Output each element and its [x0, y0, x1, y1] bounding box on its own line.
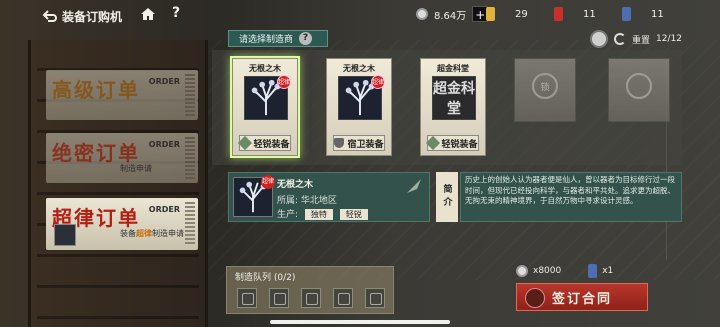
resource-3: 11 [622, 5, 664, 23]
feather-icon [426, 135, 441, 151]
order-subtitle: 制造申请 [120, 164, 152, 173]
detail-production: 生产: 独特 轻锐 [277, 207, 368, 220]
queue-title: 制造队列 (0/2) [235, 273, 296, 283]
queue-slot[interactable] [365, 288, 385, 308]
queue-slot[interactable] [269, 288, 289, 308]
order-subtitle: 装备超律制造申请 [120, 229, 184, 238]
super-badge: 超律 [277, 75, 291, 89]
feather-icon [407, 179, 421, 193]
info-icon[interactable]: ? [299, 32, 313, 45]
locked-maker-2 [608, 58, 670, 122]
top-bar: 装备订购机 ? 8.64万 + 29 11 11 [0, 0, 720, 30]
maker-name: 无根之木 [249, 64, 281, 73]
home-icon[interactable] [140, 6, 156, 22]
maker-type-label: 宿卫装备 [333, 135, 385, 151]
detail-region: 所属: 华北地区 [277, 196, 337, 206]
order-title: 绝密订单 [52, 141, 140, 165]
intro-text: 历史上的创始人认为器者便是仙人，曾以器者为目标修行过一段时间，但现代已经投向科学… [460, 172, 682, 222]
back-arrow-icon [42, 10, 57, 22]
reset-area: 重置 12/12 [590, 29, 682, 49]
resource-2-value: 11 [583, 8, 596, 20]
coin-icon [516, 265, 528, 277]
order-card-advanced[interactable]: 高级订单 ORDER [46, 70, 198, 120]
blue-ticket-icon [588, 264, 598, 278]
gold-ticket-icon [486, 7, 495, 21]
queue-slot[interactable] [301, 288, 321, 308]
order-barcode [185, 202, 195, 244]
order-thumbnail-icon [54, 224, 76, 246]
order-tag: ORDER [148, 205, 180, 214]
intro-label: 简介 [436, 172, 458, 222]
back-label: 装备订购机 [62, 9, 123, 24]
back-button[interactable]: 装备订购机 [42, 6, 122, 26]
order-card-super[interactable]: 超律订单 ORDER 装备超律制造申请 [46, 198, 198, 250]
coin-icon [416, 8, 428, 20]
feather-icon [238, 135, 253, 151]
sign-contract-button[interactable]: 签订合同 [516, 283, 648, 311]
currency-value: 8.64万 [434, 10, 467, 22]
order-tag: ORDER [148, 140, 180, 149]
queue-slot[interactable] [333, 288, 353, 308]
resource-3-value: 11 [651, 8, 664, 20]
order-barcode [185, 74, 195, 116]
maker-card-3[interactable]: 超金科堂 超金科堂 轻锐装备 [420, 58, 486, 156]
maker-name: 超金科堂 [437, 64, 469, 73]
maker-type-label: 轻锐装备 [426, 135, 479, 151]
super-badge: 超律 [371, 75, 385, 89]
maker-card-2[interactable]: 无根之木 超律 宿卫装备 [326, 58, 392, 156]
resource-1-value: 29 [515, 8, 528, 20]
currency-display: 8.64万 + [416, 5, 489, 23]
maker-logo: 超金科堂 [432, 76, 476, 120]
cost-display: x8000 x1 [516, 262, 640, 280]
lock-icon [626, 73, 652, 99]
reset-label[interactable]: 重置 [632, 33, 650, 46]
red-ticket-icon [554, 7, 563, 21]
queue-slot[interactable] [237, 288, 257, 308]
resource-1: 29 [486, 5, 528, 23]
maker-detail: 超律 无根之木 所属: 华北地区 生产: 独特 轻锐 [228, 172, 430, 222]
blue-ticket-icon [622, 7, 631, 21]
locked-maker-1: 锁 [514, 58, 576, 122]
timer-icon [590, 30, 608, 48]
shield-icon [334, 138, 345, 148]
maker-type-label: 轻锐装备 [238, 135, 291, 151]
order-tag: ORDER [148, 77, 180, 86]
detail-name: 无根之木 [277, 180, 314, 190]
select-maker-label: 请选择制造商 ? [228, 30, 328, 47]
resource-2: 11 [554, 5, 596, 23]
refresh-icon[interactable] [614, 33, 626, 45]
production-queue: 制造队列 (0/2) [226, 266, 394, 314]
reset-count: 12/12 [656, 34, 682, 44]
maker-card-1[interactable]: 无根之木 超律 轻锐装备 [232, 58, 298, 156]
order-card-secret[interactable]: 绝密订单 ORDER 制造申请 [46, 133, 198, 183]
home-indicator[interactable] [270, 320, 450, 324]
order-barcode [185, 137, 195, 179]
cost-ticket: x1 [602, 266, 614, 276]
quill-icon [525, 288, 545, 308]
help-icon[interactable]: ? [172, 5, 180, 21]
maker-name: 无根之木 [343, 64, 375, 73]
super-badge: 超律 [261, 175, 275, 189]
order-title: 高级订单 [52, 78, 140, 102]
cost-coin: x8000 [533, 266, 562, 276]
